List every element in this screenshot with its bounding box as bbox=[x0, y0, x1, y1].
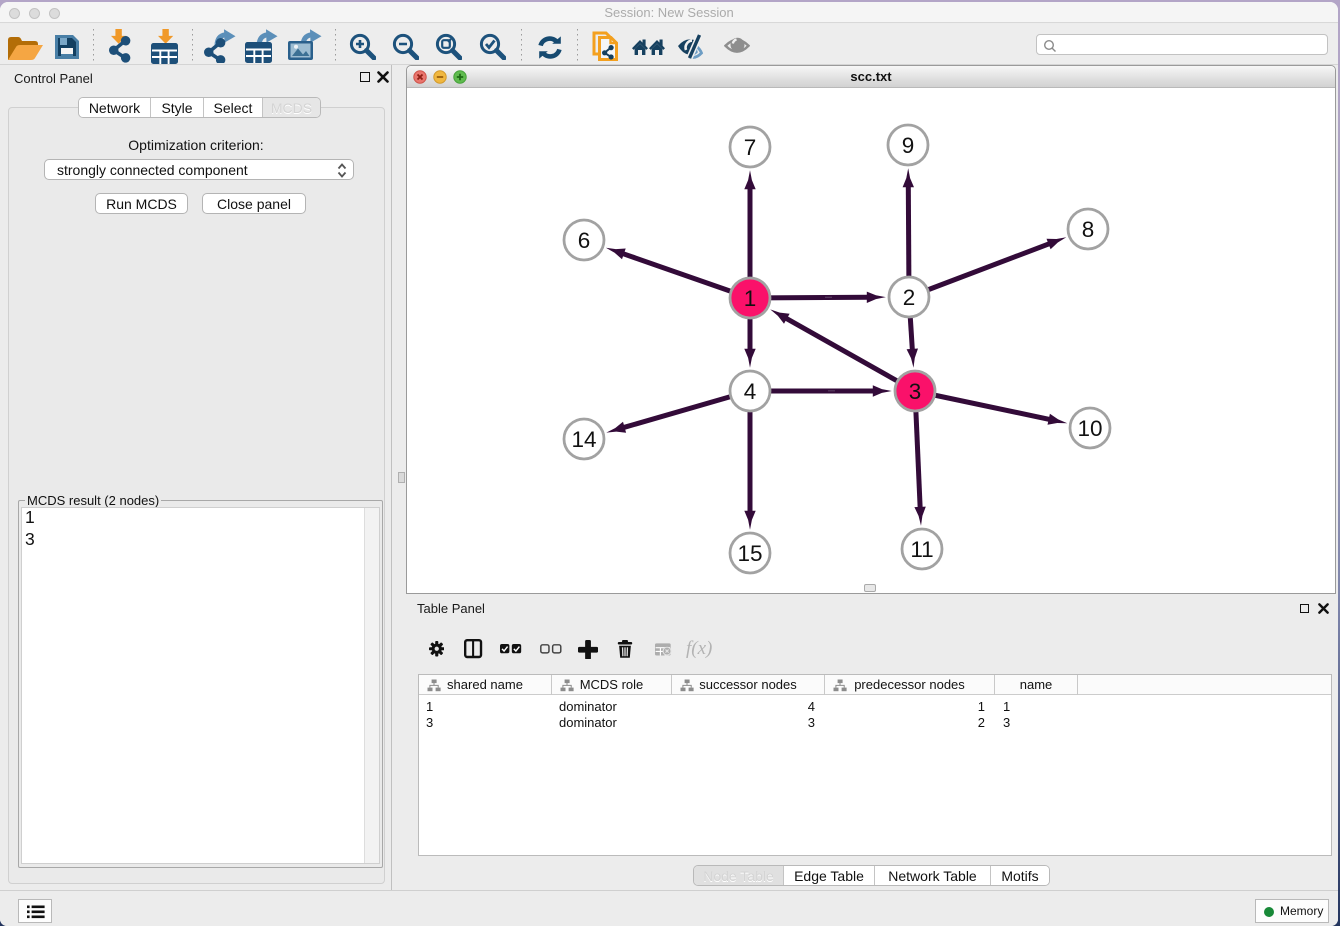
svg-text:8: 8 bbox=[1082, 217, 1095, 242]
svg-text:15: 15 bbox=[737, 541, 762, 566]
svg-text:3: 3 bbox=[909, 379, 922, 404]
svg-text:6: 6 bbox=[578, 228, 591, 253]
svg-text:1: 1 bbox=[744, 286, 757, 311]
svg-text:4: 4 bbox=[744, 379, 757, 404]
svg-text:9: 9 bbox=[902, 133, 915, 158]
svg-text:2: 2 bbox=[903, 285, 916, 310]
svg-text:14: 14 bbox=[571, 427, 596, 452]
svg-text:10: 10 bbox=[1077, 416, 1102, 441]
svg-text:7: 7 bbox=[744, 135, 757, 160]
svg-text:11: 11 bbox=[910, 537, 933, 562]
